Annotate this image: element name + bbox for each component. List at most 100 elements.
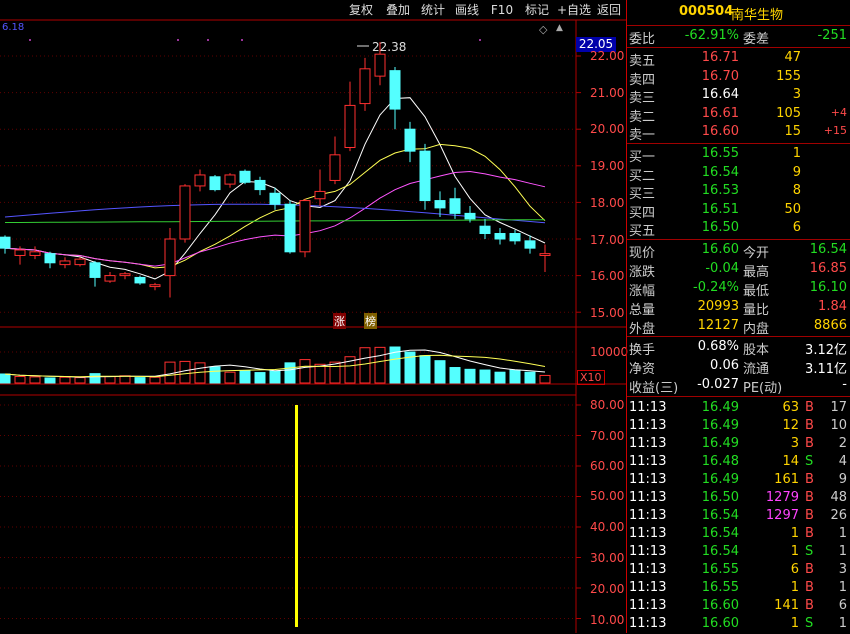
event-dot <box>29 39 31 41</box>
chevron-up-icon[interactable]: ▲ <box>556 23 563 33</box>
tick-count: 26 <box>830 508 847 523</box>
tick-row[interactable]: 11:13 16.49 161 B 9 <box>627 472 850 490</box>
tick-row[interactable]: 11:13 16.60 141 B 6 <box>627 598 850 616</box>
divider <box>627 239 850 240</box>
candle-body <box>299 200 311 253</box>
stats-button[interactable]: 统计 <box>416 0 450 20</box>
back-button[interactable]: 返回 <box>592 0 626 20</box>
add-watchlist-button[interactable]: +自选 <box>556 0 592 20</box>
bid-row[interactable]: 买三 16.53 8 <box>627 183 850 202</box>
stat-value: 16.85 <box>809 261 847 276</box>
ask-row[interactable]: 卖四 16.70 155 <box>627 69 850 88</box>
ask-price: 16.71 <box>701 50 739 65</box>
tick-price: 16.54 <box>701 526 739 541</box>
weicha-value: -251 <box>817 28 847 43</box>
tick-row[interactable]: 11:13 16.60 1 S 1 <box>627 616 850 634</box>
tick-volume: 1 <box>790 580 799 595</box>
candle-body <box>509 233 521 242</box>
high-annotation: 22.38 <box>372 40 407 54</box>
bid-volume: 1 <box>792 146 801 161</box>
bid-volume: 50 <box>784 201 801 217</box>
bid-price: 16.53 <box>701 183 739 199</box>
ask-row[interactable]: 卖五 16.71 47 <box>627 50 850 69</box>
tick-volume: 14 <box>782 454 799 469</box>
tick-price: 16.54 <box>701 544 739 559</box>
tick-price: 16.60 <box>701 598 739 613</box>
candle-body <box>359 68 371 105</box>
tick-row[interactable]: 11:13 16.49 12 B 10 <box>627 418 850 436</box>
overlay-button[interactable]: 叠加 <box>380 0 416 20</box>
ask-price: 16.64 <box>701 87 739 103</box>
candle-body <box>194 174 206 187</box>
ask-change: +4 <box>830 105 847 119</box>
indicator-bar <box>295 405 298 627</box>
volume-bar <box>239 370 251 384</box>
kline-chart-area[interactable]: 复权 叠加 统计 画线 F10 标记 +自选 返回 6.18 ◇ ▲ 22.05… <box>0 0 628 633</box>
bid-row[interactable]: 买四 16.51 50 <box>627 201 850 221</box>
finance-value: -0.027 <box>697 377 739 392</box>
tick-volume: 63 <box>782 400 799 415</box>
tick-row[interactable]: 11:13 16.55 1 B 1 <box>627 580 850 598</box>
f10-button[interactable]: F10 <box>485 0 519 20</box>
ask-row[interactable]: 卖二 16.61 105 +4 <box>627 105 850 125</box>
bid-row[interactable]: 买一 16.55 1 <box>627 146 850 165</box>
weicha-label: 委差 <box>743 32 770 47</box>
tick-row[interactable]: 11:13 16.50 1279 B 48 <box>627 490 850 508</box>
candle-body <box>164 238 176 277</box>
finance-value: 0.68% <box>697 339 739 354</box>
volume-bar <box>179 360 191 384</box>
ma120-line <box>5 219 546 223</box>
tick-time: 11:13 <box>629 544 667 559</box>
stat-label: 内盘 <box>743 322 770 337</box>
indicator-tick: 50.00 <box>590 489 625 503</box>
stat-value: 8866 <box>813 318 847 333</box>
indicator-tick: 20.00 <box>590 582 625 596</box>
ask-row[interactable]: 卖一 16.60 15 +15 <box>627 124 850 144</box>
ask-label: 卖一 <box>629 128 656 144</box>
ma-readout: 6.18 <box>2 22 25 33</box>
volume-bar <box>0 373 11 384</box>
tick-side: B <box>805 472 814 487</box>
draw-line-button[interactable]: 画线 <box>450 0 484 20</box>
bid-row[interactable]: 买五 16.50 6 <box>627 220 850 239</box>
bid-row[interactable]: 买二 16.54 9 <box>627 165 850 184</box>
stock-header[interactable]: 000504 南华生物 <box>627 4 850 23</box>
kline-chart-svg[interactable] <box>0 0 626 633</box>
event-dot <box>479 39 481 41</box>
candle-body <box>539 253 551 256</box>
tick-count: 6 <box>838 598 847 613</box>
ask-volume: 105 <box>776 105 801 121</box>
tick-row[interactable]: 11:13 16.54 1297 B 26 <box>627 508 850 526</box>
mark-button[interactable]: 标记 <box>520 0 554 20</box>
finance-label: 收益(三) <box>629 381 679 396</box>
divider <box>627 47 850 48</box>
tick-row[interactable]: 11:13 16.55 6 B 3 <box>627 562 850 580</box>
ask-label: 卖五 <box>629 54 656 69</box>
candle-body <box>449 198 461 214</box>
ask-change: +15 <box>823 124 847 138</box>
tick-row[interactable]: 11:13 16.54 1 B 1 <box>627 526 850 544</box>
tick-row[interactable]: 11:13 16.54 1 S 1 <box>627 544 850 562</box>
tick-side: S <box>805 454 814 469</box>
finance-label: 换手 <box>629 343 656 358</box>
finance-label: PE(动) <box>743 381 783 396</box>
finance-row: 收益(三) -0.027 PE(动) - <box>627 377 850 396</box>
tick-row[interactable]: 11:13 16.49 3 B 2 <box>627 436 850 454</box>
fuquan-button[interactable]: 复权 <box>343 0 379 20</box>
volume-bar <box>299 359 311 384</box>
zhang-marker[interactable]: 涨 <box>333 313 346 329</box>
webi-label: 委比 <box>629 32 656 47</box>
volume-bar <box>449 367 461 384</box>
tick-row[interactable]: 11:13 16.48 14 S 4 <box>627 454 850 472</box>
tick-volume: 1 <box>790 616 799 631</box>
diamond-icon[interactable]: ◇ <box>539 23 547 36</box>
tick-time: 11:13 <box>629 580 667 595</box>
volume-bar <box>479 369 491 384</box>
tick-row[interactable]: 11:13 16.49 63 B 17 <box>627 400 850 418</box>
volume-bar <box>104 376 116 384</box>
candle-body <box>119 273 131 277</box>
stat-label: 涨跌 <box>629 265 656 280</box>
bang-marker[interactable]: 榜 <box>364 313 377 329</box>
price-tick: 15.00 <box>590 306 625 320</box>
ask-row[interactable]: 卖三 16.64 3 <box>627 87 850 106</box>
